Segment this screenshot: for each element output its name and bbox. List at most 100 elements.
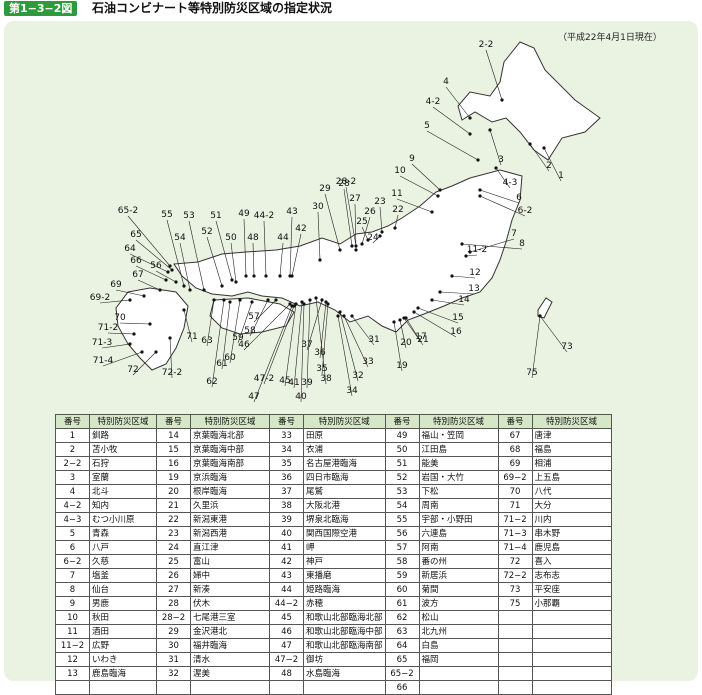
zone-name-cell (531, 666, 612, 681)
zone-name-cell: 金沢港北 (190, 624, 270, 639)
zone-point (158, 288, 162, 292)
zone-name-cell: 広野 (89, 638, 157, 653)
zone-number-cell: 43 (269, 568, 304, 583)
table-row: 5 青森 23 新潟西港 40 関西国際空港 56 六連島 71−3 串木野 (55, 526, 612, 541)
zone-number-label: 69 (110, 280, 122, 290)
zone-point (278, 274, 282, 278)
table-row: 7 塩釜 26 婦中 43 東播磨 59 新居浜 72−2 志布志 (55, 568, 612, 583)
zone-number-cell: 8 (55, 582, 90, 597)
table-row: 2 苫小牧 15 京葉臨海中部 34 衣浦 50 江田島 68 福島 (55, 442, 612, 457)
zone-number-cell: 35 (269, 456, 304, 471)
zone-name-cell: 福岡 (418, 652, 499, 667)
zone-name-cell: 四日市臨海 (303, 470, 386, 485)
zone-number-cell (497, 638, 533, 653)
zone-number-label: 31 (368, 335, 379, 345)
zone-name-cell: 六連島 (418, 526, 499, 541)
zone-name-cell: 堺泉北臨海 (303, 512, 386, 527)
table-header-row: 番号 特別防災区域 番号 特別防災区域 番号 特別防災区域 番号 特別防災区域 … (55, 414, 612, 429)
zone-number-cell: 19 (156, 470, 191, 485)
zone-number-cell: 54 (384, 498, 420, 513)
zone-number-label: 56 (150, 261, 162, 271)
zone-point (168, 336, 172, 340)
zone-point (360, 242, 364, 246)
zone-number-cell: 21 (156, 498, 191, 513)
zone-name-cell: 福山・笠岡 (418, 428, 499, 443)
zone-number-cell: 25 (156, 554, 191, 569)
zone-number-cell: 64 (384, 638, 420, 653)
zone-point (538, 314, 542, 318)
zone-point (164, 278, 168, 282)
zone-number-cell: 37 (269, 484, 304, 499)
zone-name-cell: 北九州 (418, 624, 499, 639)
zone-point (500, 98, 504, 102)
zone-number-label: 24 (367, 233, 379, 243)
zone-point (438, 290, 442, 294)
zone-number-label: 29 (319, 184, 331, 194)
zone-point (478, 194, 482, 198)
zone-point (202, 288, 206, 292)
zone-name-cell: 和歌山北部臨海中部 (303, 624, 386, 639)
header-no: 番号 (497, 414, 533, 429)
zone-number-cell: 11−2 (55, 638, 90, 653)
zone-name-cell (531, 624, 612, 639)
hokkaido-region (457, 41, 601, 161)
zone-number-cell: 15 (156, 442, 191, 457)
zone-point (128, 342, 132, 346)
leader-line (399, 175, 439, 197)
zone-point (168, 264, 172, 268)
zone-name-cell: 和歌山北部臨海南部 (303, 638, 386, 653)
zone-name-cell: 鹿島臨海 (89, 666, 157, 681)
zone-number-cell: 30 (156, 638, 191, 653)
zone-number-cell: 4 (55, 484, 90, 499)
zone-number-label: 22 (392, 205, 403, 215)
zone-point (412, 310, 416, 314)
zone-name-cell: 番の州 (418, 554, 499, 569)
zone-number-label: 28-2 (336, 177, 356, 187)
zone-point (170, 268, 174, 272)
zone-point (350, 244, 354, 248)
zone-name-cell: 唐津 (531, 428, 612, 443)
zone-number-label: 42 (295, 224, 306, 234)
zone-name-cell: 婦中 (190, 568, 270, 583)
zone-point (393, 226, 397, 230)
zone-point (188, 288, 192, 292)
zone-number-label: 30 (312, 202, 324, 212)
zone-name-cell: 赤穂 (303, 596, 386, 611)
zone-number-cell: 65−2 (384, 666, 420, 681)
zone-name-cell: 鹿児島 (531, 540, 612, 555)
zone-number-cell: 65 (384, 652, 420, 667)
zone-number-label: 20 (400, 338, 412, 348)
zone-name-cell: 江田島 (418, 442, 499, 457)
zone-name-cell: 岬 (303, 540, 386, 555)
zone-point (234, 280, 238, 284)
zone-point (528, 142, 532, 146)
zone-name-cell: 岩国・大竹 (418, 470, 499, 485)
zone-name-cell (531, 652, 612, 667)
zone-number-cell: 6 (55, 540, 90, 555)
zone-point (318, 258, 322, 262)
zone-name-cell: 大分 (531, 498, 612, 513)
zone-name-cell: 京葉臨海北部 (190, 428, 270, 443)
zone-number-cell: 40 (269, 526, 304, 541)
zone-number-cell: 59 (384, 568, 420, 583)
zone-number-label: 59 (232, 333, 244, 343)
japan-map: 122-2344-24-3566-2789101111-212131415161… (90, 40, 601, 403)
zone-number-cell: 36 (269, 470, 304, 485)
zone-name-cell: 苫小牧 (89, 442, 157, 457)
zone-point (468, 132, 472, 136)
table-row: 66 (55, 680, 612, 695)
zone-name-cell: 上五島 (531, 470, 612, 485)
zone-name-cell (531, 610, 612, 625)
zone-name-cell: 白島 (418, 638, 499, 653)
zone-name-cell: 釧路 (89, 428, 157, 443)
zone-number-cell: 42 (269, 554, 304, 569)
zone-point (392, 320, 396, 324)
zone-name-cell: 青森 (89, 526, 157, 541)
zone-number-label: 6-2 (518, 206, 533, 216)
zone-number-cell: 27 (156, 582, 191, 597)
zone-number-label: 14 (458, 295, 470, 305)
zone-name-cell: 平安座 (531, 582, 612, 597)
zone-name-cell: 菊間 (418, 582, 499, 597)
zone-number-label: 4-2 (426, 97, 441, 107)
zone-number-label: 40 (295, 392, 307, 402)
